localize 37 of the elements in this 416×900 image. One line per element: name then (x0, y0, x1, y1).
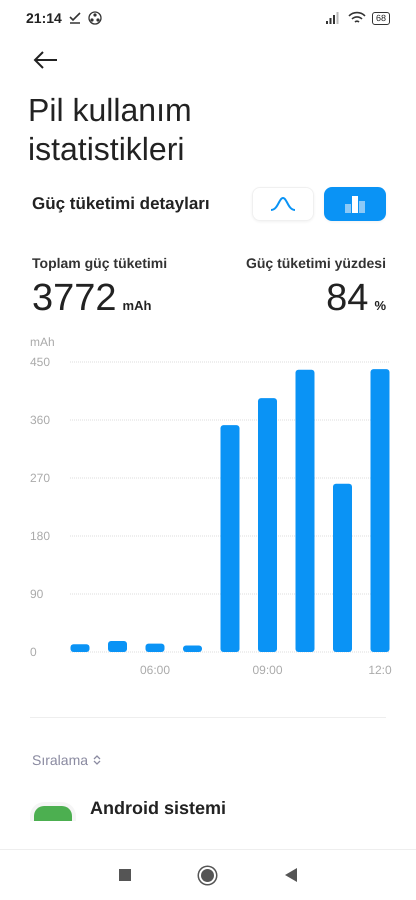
stat-label: Güç tüketimi yüzdesi (246, 255, 386, 271)
x-tick-label: 09:00 (252, 663, 283, 677)
curve-icon (270, 197, 296, 211)
section-title: Güç tüketimi detayları (32, 194, 210, 214)
chart-bar (146, 644, 164, 652)
y-tick-label: 0 (30, 645, 37, 659)
x-tick-label: 12:0 (368, 663, 392, 677)
y-tick-label: 450 (30, 355, 50, 369)
x-tick-label: 06:00 (140, 663, 170, 677)
page-title: Pil kullanım istatistikleri (28, 91, 193, 169)
sort-icon (92, 754, 102, 766)
battery-icon: 68 (372, 12, 390, 24)
back-icon[interactable] (284, 867, 298, 883)
y-tick-label: 270 (30, 471, 50, 485)
back-arrow-icon[interactable] (33, 51, 59, 69)
wifi-icon (348, 11, 366, 25)
bar-chart-icon (344, 195, 366, 213)
stat-label: Toplam güç tüketimi (32, 255, 168, 271)
axis-unit-label: mAh (30, 335, 55, 349)
ball-icon (88, 11, 102, 25)
chart-bar (108, 641, 127, 652)
chart-bar (70, 644, 90, 652)
download-done-icon (68, 11, 82, 25)
curve-view-button[interactable] (252, 187, 314, 221)
stat-unit: % (374, 298, 386, 313)
y-tick-label: 360 (30, 413, 50, 427)
bar-view-button[interactable] (324, 187, 386, 221)
y-tick-label: 180 (30, 529, 50, 543)
app-name[interactable]: Android sistemi (90, 798, 226, 819)
chart-bar (183, 646, 202, 652)
stat-value: 3772 (32, 277, 117, 320)
stat-value: 84 (326, 277, 368, 320)
home-icon[interactable] (200, 868, 214, 882)
recents-icon[interactable] (118, 869, 130, 881)
stat-unit: mAh (122, 298, 152, 313)
status-time: 21:14 (26, 10, 62, 26)
y-tick-label: 90 (30, 587, 44, 601)
